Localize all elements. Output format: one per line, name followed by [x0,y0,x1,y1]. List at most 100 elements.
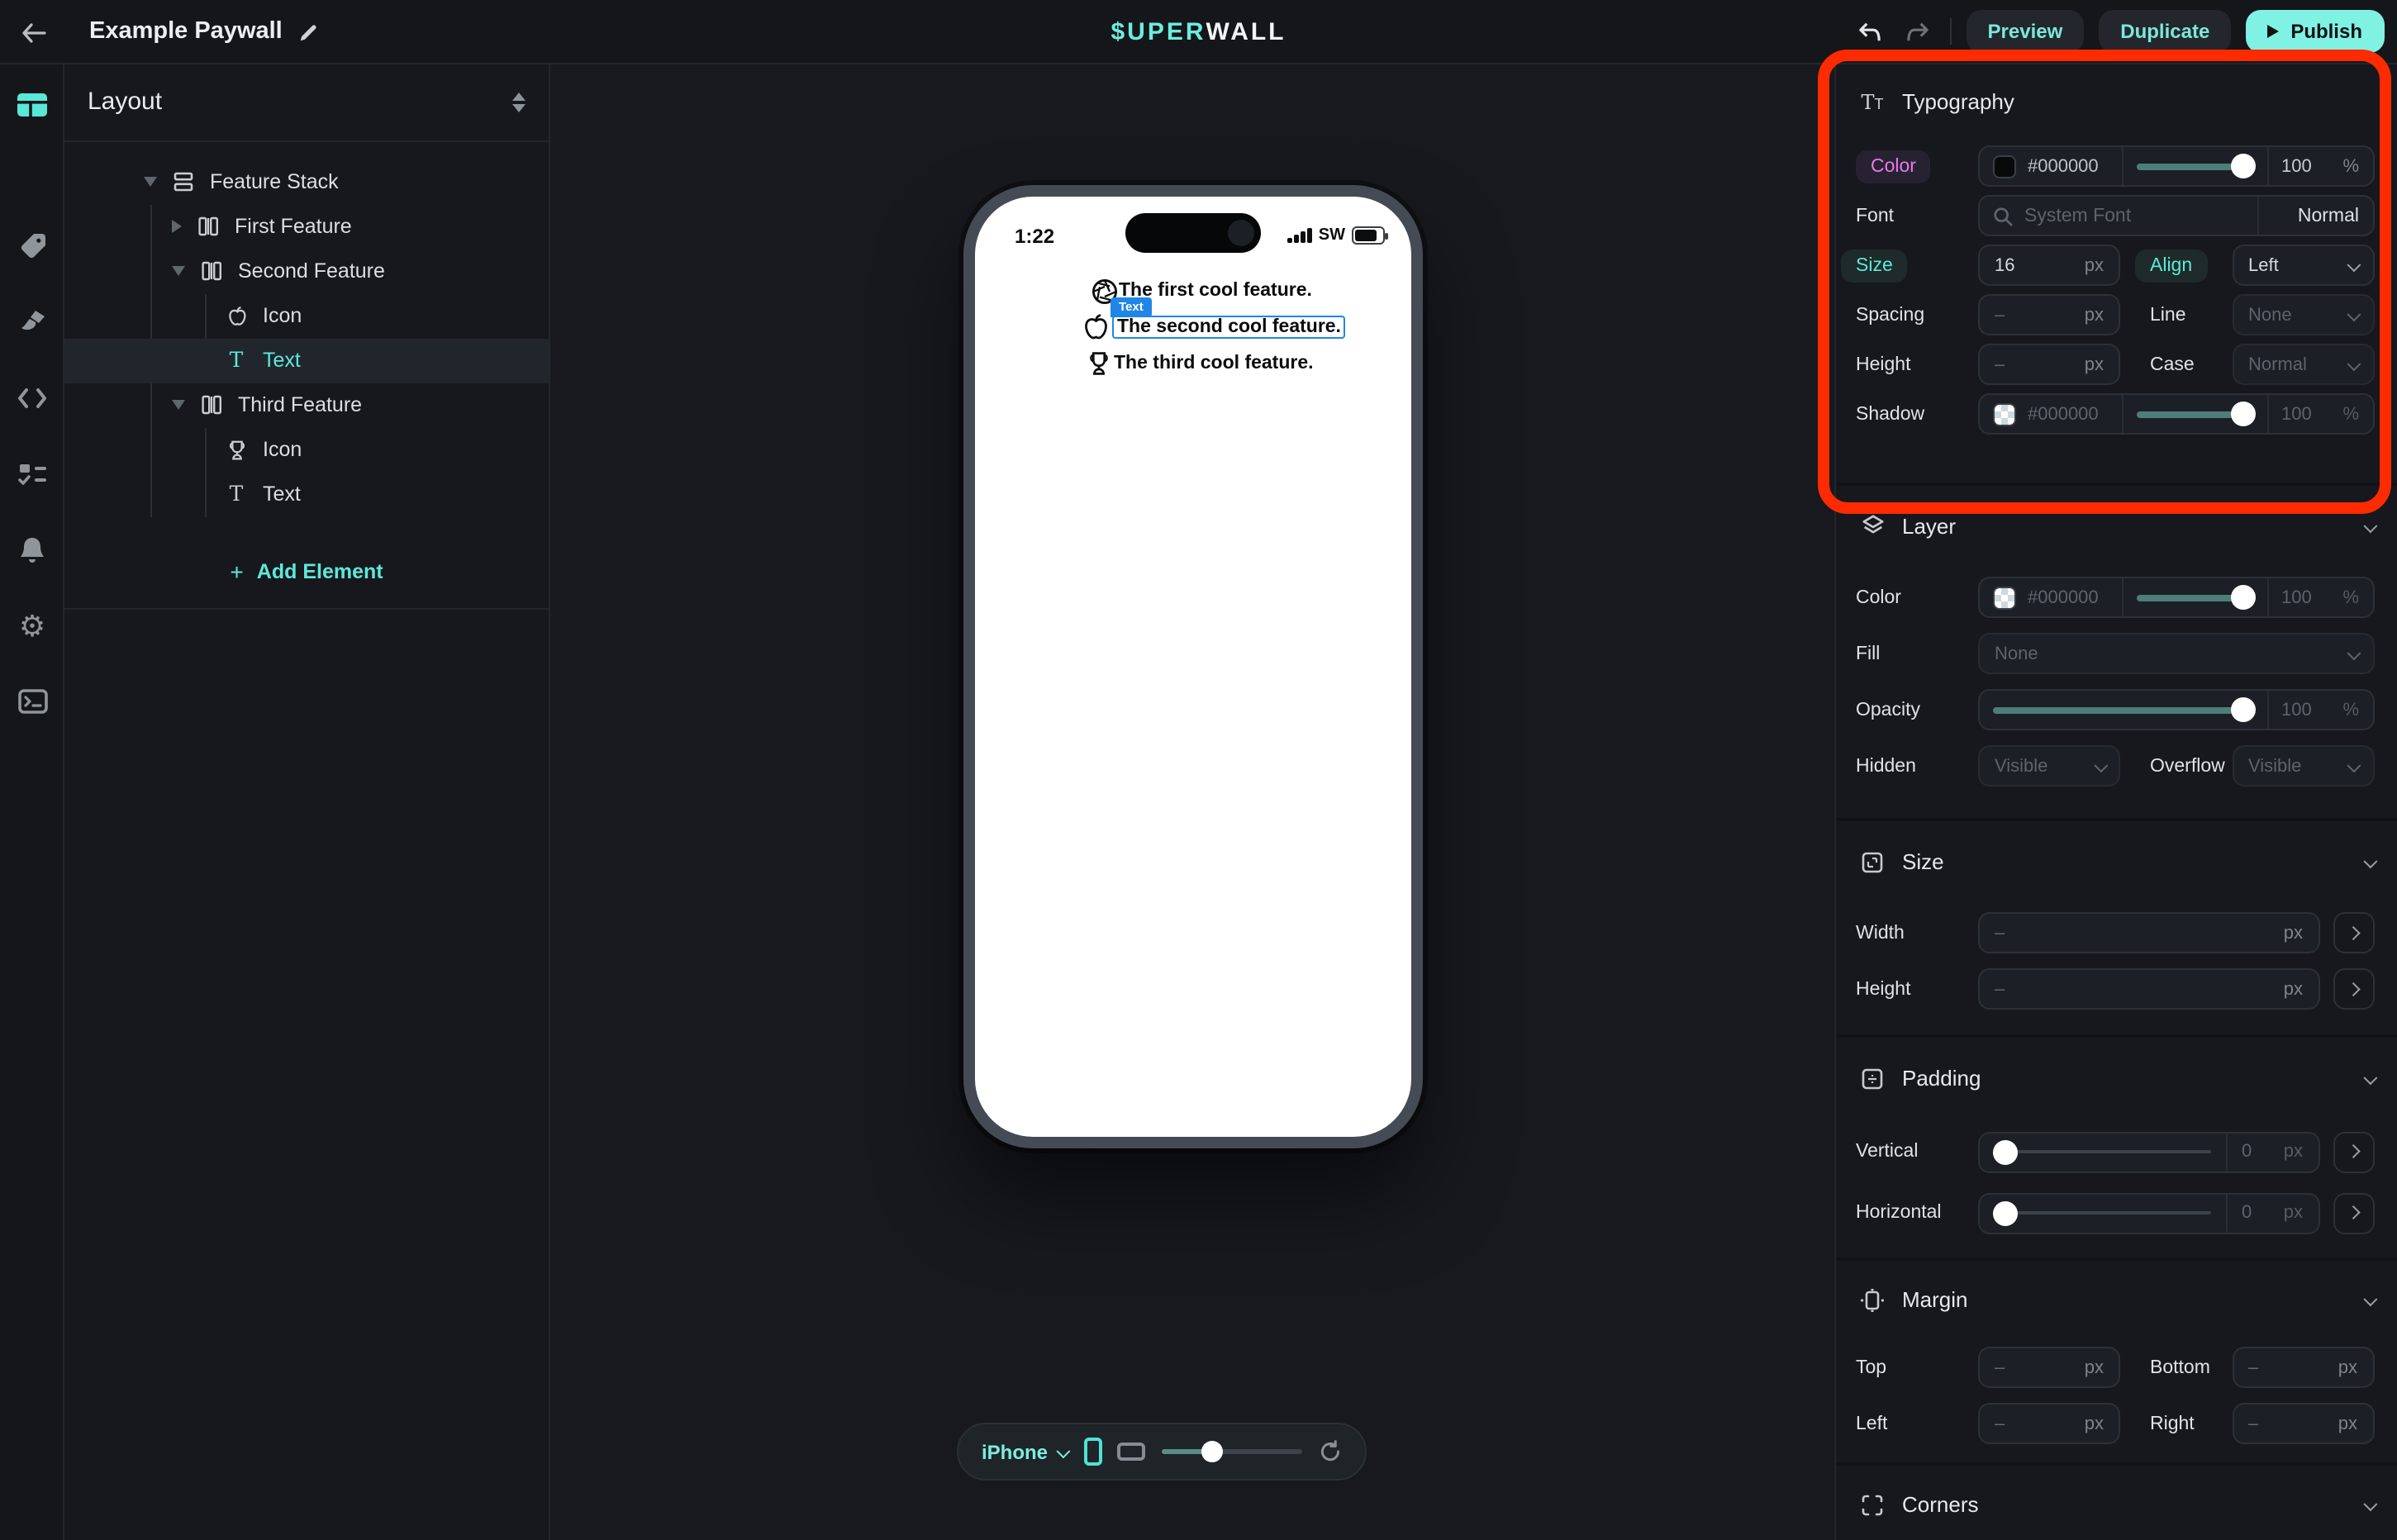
redo-button[interactable] [1902,15,1935,48]
sidebar-item-products[interactable] [0,221,64,270]
color-swatch-field[interactable]: #000000 [1980,147,2122,185]
opacity-value[interactable]: 100 [2281,587,2312,607]
caret-down-icon[interactable] [144,177,157,187]
hidden-dropdown[interactable]: Visible [1978,745,2120,787]
chevron-down-icon[interactable] [2364,1071,2377,1084]
spacing-value[interactable]: – [1995,305,2005,325]
chevron-down-icon[interactable] [2364,1497,2377,1510]
tree-item-second-feature-text[interactable]: T Text [64,338,549,383]
font-search-field[interactable]: System Font [1980,197,2257,235]
shadow-opacity-slider[interactable] [2122,395,2266,433]
size-token-chip[interactable]: Size [1841,249,1908,282]
slider-knob[interactable] [1993,1200,2018,1225]
width-value[interactable]: – [1995,923,2005,943]
align-token-chip[interactable]: Align [2135,249,2207,282]
sort-toggle-icon[interactable] [512,92,526,112]
font-placeholder[interactable]: System Font [2024,206,2131,226]
size-value[interactable]: 16 [1995,255,2015,275]
layer-hex-value[interactable]: #000000 [2028,587,2099,607]
duplicate-button[interactable]: Duplicate [2099,10,2231,53]
margin-top-input[interactable]: – px [1978,1347,2120,1388]
sidebar-item-theme[interactable] [0,297,64,346]
layer-color-pct-field[interactable]: 100 % [2266,578,2372,616]
overflow-dropdown[interactable]: Visible [2232,745,2374,787]
margin-value[interactable]: – [1995,1414,2005,1433]
margin-bottom-input[interactable]: – px [2232,1347,2374,1388]
line-height-input[interactable]: – px [1978,344,2120,385]
caret-down-icon[interactable] [172,266,185,276]
padding-vertical-options-button[interactable] [2333,1131,2374,1172]
margin-header[interactable]: Margin [1836,1280,2397,1319]
margin-value[interactable]: – [2248,1357,2258,1377]
letter-spacing-input[interactable]: – px [1978,294,2120,335]
padding-header[interactable]: Padding [1836,1058,2397,1098]
tree-item-first-feature[interactable]: First Feature [64,204,549,249]
refresh-icon[interactable] [1319,1439,1342,1464]
height-value[interactable]: – [1995,354,2005,374]
slider-knob[interactable] [2230,402,2255,426]
height-input[interactable]: – px [1978,968,2319,1010]
feature-text[interactable]: The second cool feature. [1117,317,1341,337]
layer-color-swatch[interactable] [1993,586,2016,609]
selected-text-element[interactable]: Text The second cool feature. [1112,316,1346,339]
sidebar-item-layout[interactable] [0,80,64,130]
device-select[interactable]: iPhone [982,1440,1067,1463]
preview-button[interactable]: Preview [1967,10,2085,53]
font-weight-value[interactable]: Normal [2298,206,2359,226]
add-element-button[interactable]: + Add Element [64,535,549,610]
margin-right-input[interactable]: – px [2232,1403,2374,1444]
height-value[interactable]: – [1995,979,2005,999]
tree-item-second-feature[interactable]: Second Feature [64,249,549,293]
corners-header[interactable]: Corners [1836,1485,2397,1524]
slider-knob[interactable] [2230,585,2255,610]
line-dropdown[interactable]: None [2232,294,2374,335]
zoom-slider-knob[interactable] [1202,1441,1224,1462]
feature-text[interactable]: The third cool feature. [1114,354,1314,373]
size-header[interactable]: Size [1836,842,2397,882]
zoom-slider[interactable] [1161,1441,1302,1462]
fill-dropdown[interactable]: None [1978,633,2374,674]
sidebar-item-notifications[interactable] [0,525,64,574]
tree-item-third-feature-icon[interactable]: Icon [64,427,549,472]
opacity-slider[interactable] [1980,691,2266,729]
chevron-down-icon[interactable] [2364,519,2377,532]
portrait-icon[interactable] [1083,1438,1101,1466]
undo-button[interactable] [1854,15,1887,48]
padding-vertical-field[interactable]: 0 px [2225,1133,2318,1171]
publish-button[interactable]: Publish [2246,10,2384,53]
feature-row-2[interactable]: Text The second cool feature. [975,309,1411,345]
color-opacity-field[interactable]: 100 % [2266,147,2372,185]
opacity-value[interactable]: 100 [2281,156,2312,176]
width-input[interactable]: – px [1978,912,2319,953]
landscape-icon[interactable] [1116,1443,1144,1461]
shadow-swatch[interactable] [1993,402,2016,425]
width-options-button[interactable] [2333,912,2374,953]
caret-down-icon[interactable] [172,400,185,410]
opacity-pct-field[interactable]: 100 % [2266,691,2372,729]
padding-vertical-slider[interactable] [1995,1139,2210,1164]
align-dropdown[interactable]: Left [2232,245,2374,286]
feature-row-3[interactable]: The third cool feature. [975,345,1411,382]
tree-item-feature-stack[interactable]: Feature Stack [64,159,549,204]
padding-horizontal-options-button[interactable] [2333,1192,2374,1233]
chevron-down-icon[interactable] [2364,1292,2377,1305]
opacity-value[interactable]: 100 [2281,404,2312,424]
slider-knob[interactable] [2230,154,2255,178]
padding-horizontal-field[interactable]: 0 px [2225,1194,2318,1232]
caret-right-icon[interactable] [172,220,182,233]
opacity-value[interactable]: 100 [2281,700,2312,720]
sidebar-item-console[interactable] [0,677,64,726]
color-swatch[interactable] [1993,154,2016,178]
tree-item-third-feature[interactable]: Third Feature [64,383,549,427]
shadow-hex-value[interactable]: #000000 [2028,404,2099,424]
sidebar-item-rules[interactable] [0,449,64,498]
slider-knob[interactable] [1993,1139,2018,1164]
tree-item-third-feature-text[interactable]: T Text [64,472,549,516]
layer-color-swatch-field[interactable]: #000000 [1980,578,2122,616]
shadow-swatch-field[interactable]: #000000 [1980,395,2122,433]
layer-color-slider[interactable] [2122,578,2266,616]
slider-knob[interactable] [2230,697,2255,722]
padding-horizontal-slider[interactable] [1995,1200,2210,1225]
feature-row-1[interactable]: The first cool feature. [975,273,1411,309]
sidebar-item-settings[interactable]: ⚙ [0,601,64,650]
